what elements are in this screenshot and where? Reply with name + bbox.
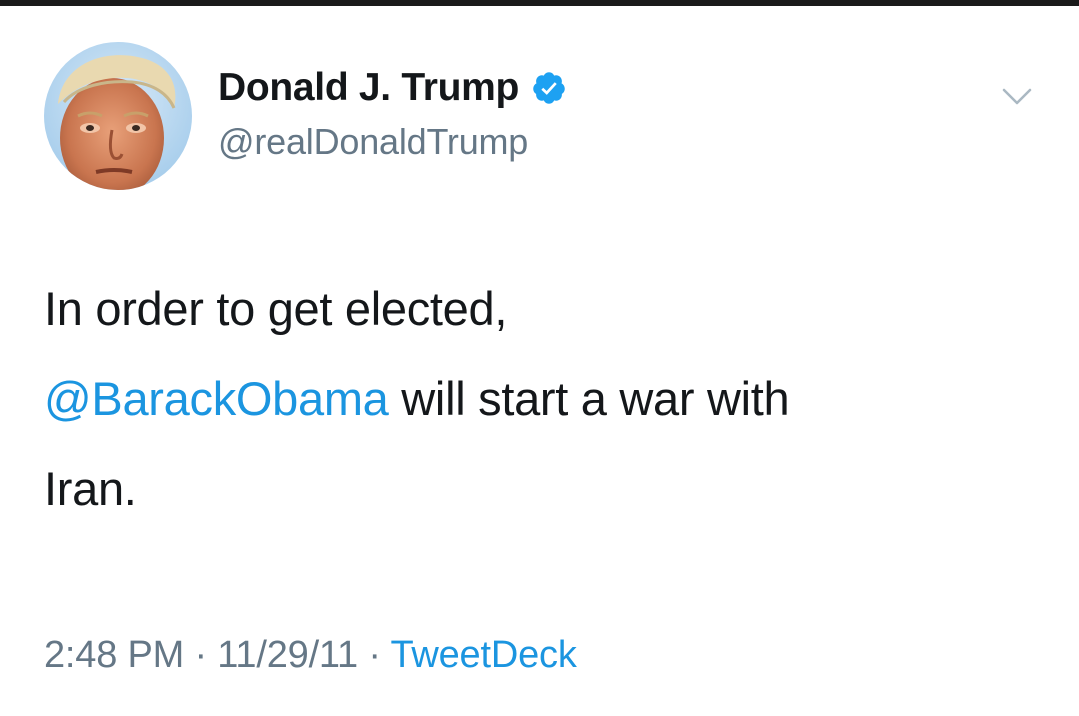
tweet-text-line-3: Iran.: [44, 462, 137, 515]
tweet-text: In order to get elected, @BarackObama wi…: [44, 264, 1004, 534]
chevron-down-icon[interactable]: [1000, 80, 1034, 114]
profile-photo: [44, 42, 192, 190]
tweet-time[interactable]: 2:48 PM: [44, 634, 184, 676]
author-handle[interactable]: @realDonaldTrump: [218, 121, 528, 163]
author-name-row[interactable]: Donald J. Trump: [218, 66, 567, 110]
mention-link[interactable]: @BarackObama: [44, 372, 389, 425]
author-name[interactable]: Donald J. Trump: [218, 66, 519, 110]
tweet-text-line-2-rest: will start a war with: [388, 372, 790, 425]
tweet-text-line-2: @BarackObama will start a war with: [44, 354, 1004, 444]
verified-badge-icon: [531, 70, 567, 106]
tweet-meta: 2:48 PM · 11/29/11 · TweetDeck: [44, 634, 577, 677]
avatar[interactable]: [44, 42, 192, 190]
meta-separator: ·: [357, 634, 391, 676]
tweet-card: Donald J. Trump @realDonaldTrump In orde…: [0, 6, 1079, 716]
tweet-source-link[interactable]: TweetDeck: [390, 634, 576, 676]
tweet-date[interactable]: 11/29/11: [217, 634, 358, 676]
meta-separator: ·: [184, 634, 218, 676]
tweet-text-line-1: In order to get elected,: [44, 282, 508, 335]
